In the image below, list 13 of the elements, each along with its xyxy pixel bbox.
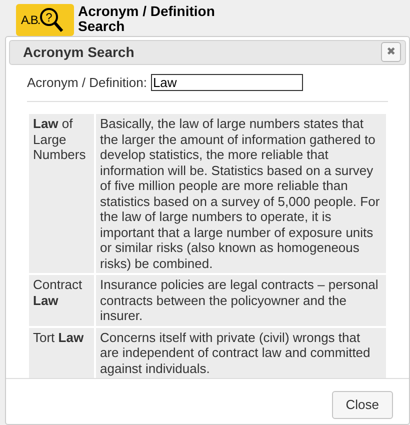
term-cell: Contract Law [29, 275, 94, 326]
logo: A.B. ? [16, 4, 74, 36]
app-title: Acronym / Definition Search [78, 4, 216, 34]
search-field[interactable]: Law [150, 74, 303, 91]
term-cell: Law of Large Numbers [29, 114, 94, 273]
close-button[interactable]: ✖ [381, 42, 401, 62]
dialog-title: Acronym Search [23, 42, 134, 62]
definition-cell: Concerns itself with private (civil) wrongs that are independent of contract law and committed against individuals. [96, 328, 386, 378]
close-dialog-button[interactable]: Close [332, 391, 393, 419]
search-label: Acronym / Definition: [27, 74, 147, 92]
definition-cell: Insurance policies are legal contracts – personal contracts between the policyowner and the insurer. [96, 275, 386, 326]
definition-cell: Basically, the law of large numbers states that the larger the amount of information gathered to develop statistics, the more reliable that information will be. Statistics based on a survey of five million people are more reliable than statistics based on a survey of 5,000 people. For the law of large numbers to operate, it is important that a large number of exposure units or similar risks (also known as homogeneous risks) be combined. [96, 114, 386, 273]
term-cell: Tort Law [29, 328, 94, 378]
